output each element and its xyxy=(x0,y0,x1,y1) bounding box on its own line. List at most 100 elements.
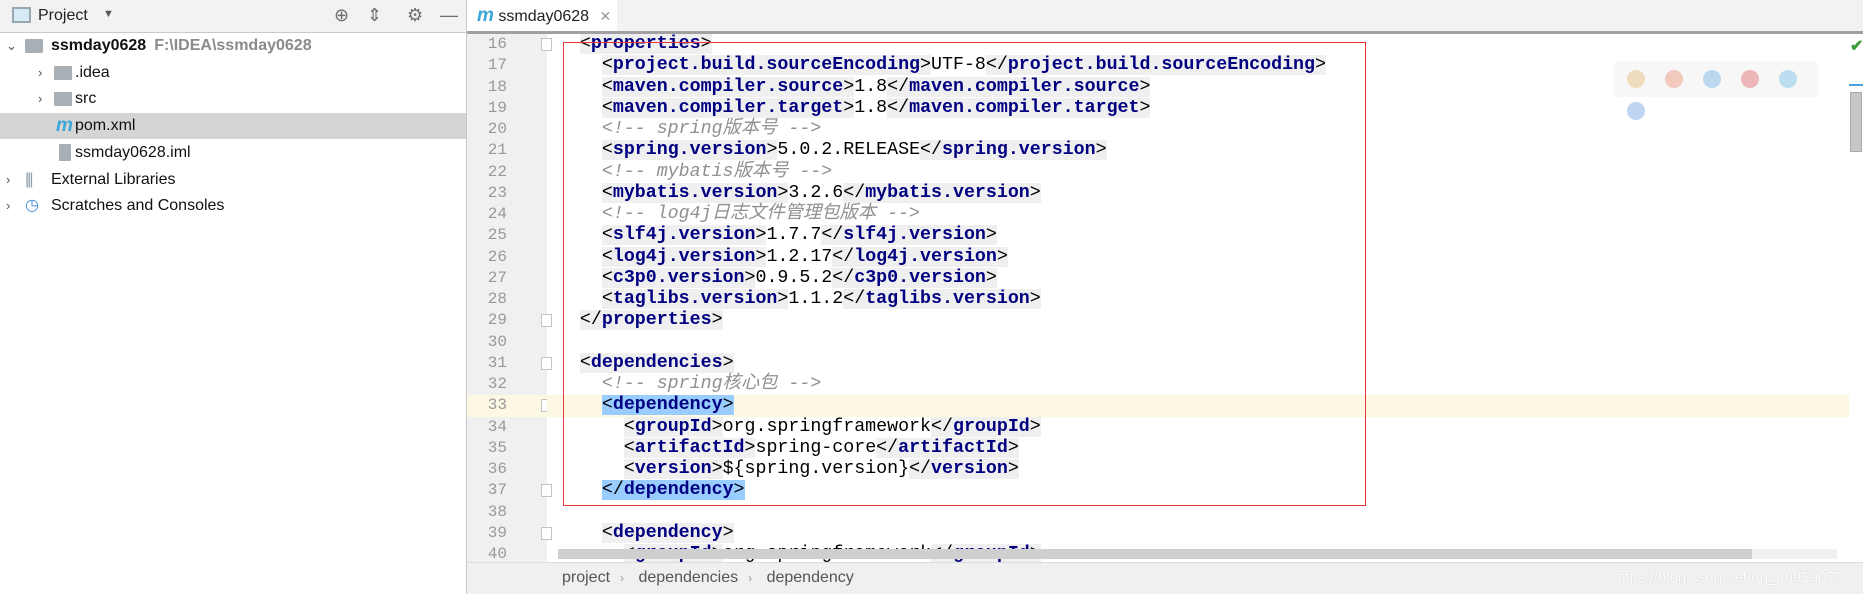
xml-tag: </slf4j.version> xyxy=(821,225,997,246)
breadcrumb-item[interactable]: dependencies xyxy=(638,569,738,586)
code-line: <properties> xyxy=(547,34,1849,55)
line-number: 30 xyxy=(487,332,507,351)
line-number: 24 xyxy=(487,205,507,223)
line-number: 18 xyxy=(487,77,507,96)
tree-item-label: src xyxy=(75,90,97,108)
line-number: 37 xyxy=(487,481,507,500)
chevron-down-icon[interactable]: ▼ xyxy=(103,8,114,20)
ie-icon[interactable] xyxy=(1779,70,1797,88)
code-line: <dependency> xyxy=(547,522,1849,544)
gear-icon[interactable]: ⚙ xyxy=(407,5,423,26)
iml-file-icon xyxy=(59,143,71,161)
editor-tab-bar: m ssmday0628 ✕ xyxy=(467,0,1863,34)
locate-icon[interactable]: ⊕ xyxy=(334,5,349,26)
line-number: 27 xyxy=(487,268,507,287)
line-number: 39 xyxy=(487,523,507,542)
tag-value: 1.2.17 xyxy=(766,246,833,267)
xml-tag: <dependency> xyxy=(601,395,734,416)
code-line: <artifactId>spring-core</artifactId> xyxy=(547,437,1849,459)
xml-comment: <!-- spring版本号 --> xyxy=(601,119,822,139)
tab-pom-xml[interactable]: m ssmday0628 ✕ xyxy=(467,0,617,31)
code-line: <c3p0.version>0.9.5.2</c3p0.version> xyxy=(547,267,1849,289)
tree-item-label: External Libraries xyxy=(51,170,176,188)
xml-tag: </groupId> xyxy=(931,416,1041,437)
scratches-icon: ◷ xyxy=(25,197,39,215)
xml-tag: <project.build.sourceEncoding> xyxy=(601,55,932,76)
breadcrumb: project › dependencies › dependency https:… xyxy=(467,562,1863,594)
tag-value: 1.1.2 xyxy=(788,289,844,309)
code-line: <log4j.version>1.2.17</log4j.version> xyxy=(547,246,1849,268)
tag-value: 1.8 xyxy=(854,97,888,118)
vertical-scrollbar[interactable] xyxy=(1850,92,1862,152)
tag-value: 1.7.7 xyxy=(766,225,822,246)
line-number: 34 xyxy=(487,417,507,436)
line-number: 32 xyxy=(487,375,507,393)
xml-tag: </taglibs.version> xyxy=(843,289,1041,309)
xml-tag: <c3p0.version> xyxy=(601,267,756,288)
xml-tag: <taglibs.version> xyxy=(601,289,789,309)
firefox-icon[interactable] xyxy=(1665,70,1683,88)
xml-tag: </artifactId> xyxy=(876,437,1019,458)
code-line: <mybatis.version>3.2.6</mybatis.version> xyxy=(547,182,1849,204)
tree-item[interactable]: m pom.xml xyxy=(0,113,466,140)
line-number: 19 xyxy=(487,98,507,117)
tree-item-label: .idea xyxy=(75,63,110,81)
close-icon[interactable]: ✕ xyxy=(600,8,612,24)
tag-value: 5.0.2.RELEASE xyxy=(777,140,921,161)
code-line: <!-- log4j日志文件管理包版本 --> xyxy=(547,204,1849,225)
folder-icon xyxy=(54,65,72,80)
code-line: </properties> xyxy=(547,310,1849,331)
line-number: 35 xyxy=(487,438,507,457)
chevron-right-icon[interactable]: › xyxy=(6,193,10,219)
inspection-ok-icon[interactable]: ✔ xyxy=(1850,36,1863,56)
line-number: 21 xyxy=(487,141,507,160)
tree-item[interactable]: › .idea xyxy=(0,60,466,86)
tree-item[interactable]: › src xyxy=(0,86,466,112)
opera-icon[interactable] xyxy=(1741,70,1759,88)
code-line: <taglibs.version>1.1.2</taglibs.version> xyxy=(547,289,1849,310)
horizontal-scrollbar[interactable] xyxy=(558,549,1752,559)
xml-comment: <!-- spring核心包 --> xyxy=(601,374,822,394)
xml-tag: <groupId> xyxy=(623,416,723,437)
tag-value: org.springframework xyxy=(722,416,932,437)
code-line: <version>${spring.version}</version> xyxy=(547,459,1849,480)
horizontal-scrollbar-track xyxy=(1752,549,1837,559)
xml-tag: </project.build.sourceEncoding> xyxy=(985,55,1326,76)
breadcrumb-item[interactable]: dependency xyxy=(767,569,854,586)
tree-item-label: pom.xml xyxy=(75,117,136,135)
chevron-down-icon[interactable]: ⌄ xyxy=(6,33,17,59)
tag-value: 3.2.6 xyxy=(788,182,844,203)
tree-item[interactable]: › ||| External Libraries xyxy=(0,167,466,193)
xml-tag: </c3p0.version> xyxy=(832,267,997,288)
chevron-right-icon[interactable]: › xyxy=(6,167,10,193)
chevron-right-icon[interactable]: › xyxy=(38,60,42,86)
chrome-icon[interactable] xyxy=(1627,70,1645,88)
breadcrumb-item[interactable]: project xyxy=(562,569,610,586)
xml-tag: </version> xyxy=(909,459,1019,479)
xml-tag: <maven.compiler.target> xyxy=(601,97,855,118)
minimize-icon[interactable]: — xyxy=(440,5,458,26)
xml-tag: </mybatis.version> xyxy=(843,182,1041,203)
tree-item[interactable]: ssmday0628.iml xyxy=(0,140,466,166)
tag-value: ${spring.version} xyxy=(722,459,910,479)
chevron-right-icon[interactable]: › xyxy=(38,86,42,112)
tree-item[interactable]: ⌄ ssmday0628 F:\IDEA\ssmday0628 xyxy=(0,33,466,59)
code-line: <!-- spring核心包 --> xyxy=(547,374,1849,395)
libraries-icon: ||| xyxy=(25,170,34,188)
line-number: 29 xyxy=(487,311,507,330)
project-view-selector[interactable]: Project xyxy=(38,7,88,25)
safari-icon[interactable] xyxy=(1703,70,1721,88)
tree-item[interactable]: › ◷ Scratches and Consoles xyxy=(0,193,466,219)
code-line: <slf4j.version>1.7.7</slf4j.version> xyxy=(547,225,1849,246)
code-line: <maven.compiler.target>1.8</maven.compil… xyxy=(547,97,1849,119)
code-line: <groupId>org.springframework</groupId> xyxy=(547,416,1849,438)
edge-icon[interactable] xyxy=(1627,102,1645,120)
maven-icon: m xyxy=(477,5,494,26)
collapse-all-icon[interactable]: ⇕ xyxy=(367,5,382,26)
xml-comment: <!-- log4j日志文件管理包版本 --> xyxy=(601,204,920,224)
tag-value: 0.9.5.2 xyxy=(755,267,833,288)
line-number: 33 xyxy=(467,395,547,417)
code-line: <dependency> xyxy=(547,395,1849,417)
